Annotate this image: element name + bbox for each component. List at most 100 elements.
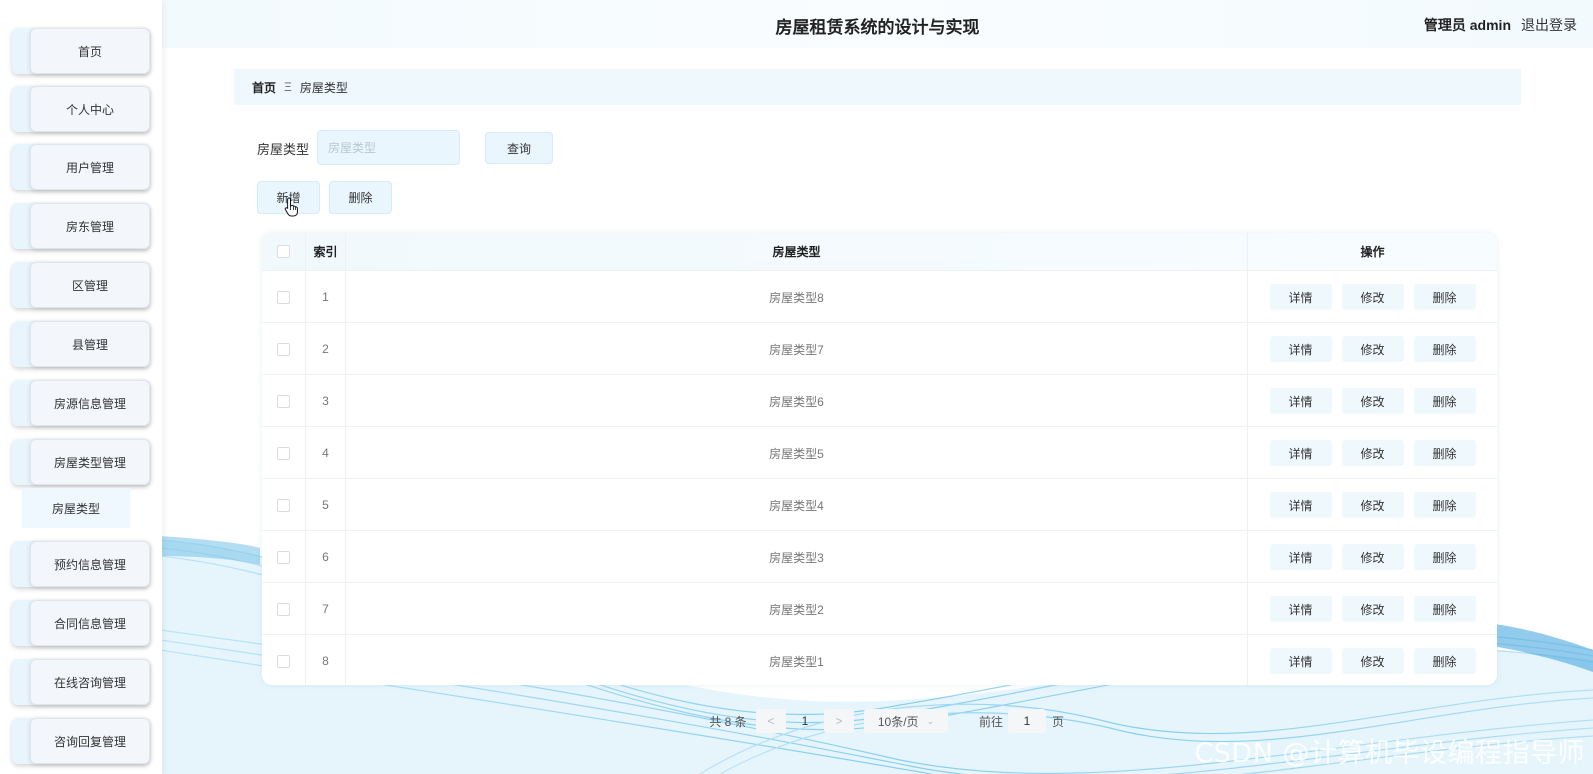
pagination-prev-button[interactable]: < xyxy=(756,709,786,733)
row-edit-button[interactable]: 修改 xyxy=(1341,388,1404,414)
sidebar-item-district-management[interactable]: 区管理 xyxy=(12,262,150,308)
hand-cursor-icon xyxy=(284,197,298,217)
row-checkbox-cell xyxy=(262,583,306,635)
row-delete-button[interactable]: 删除 xyxy=(1413,284,1476,310)
sidebar-item-reply-management[interactable]: 咨询回复管理 xyxy=(12,718,150,764)
query-button[interactable]: 查询 xyxy=(485,132,553,164)
sidebar-item-appointment-management[interactable]: 预约信息管理 xyxy=(12,541,150,587)
row-checkbox[interactable] xyxy=(277,550,290,564)
select-all-checkbox[interactable] xyxy=(277,245,290,258)
row-index: 1 xyxy=(306,271,346,323)
row-house-type: 房屋类型1 xyxy=(346,635,1248,685)
breadcrumb: 首页 Ξ 房屋类型 xyxy=(234,69,1521,105)
row-detail-button[interactable]: 详情 xyxy=(1269,544,1332,570)
row-checkbox-cell xyxy=(262,271,306,323)
row-detail-button[interactable]: 详情 xyxy=(1269,336,1332,362)
row-index: 8 xyxy=(306,635,346,685)
page-size-select[interactable]: 10条/页 ⌄ xyxy=(864,709,948,733)
row-edit-button[interactable]: 修改 xyxy=(1341,544,1404,570)
row-checkbox-cell xyxy=(262,635,306,685)
goto-page-input[interactable]: 1 xyxy=(1008,709,1046,733)
sidebar-item-home[interactable]: 首页 xyxy=(12,28,150,74)
row-checkbox[interactable] xyxy=(277,602,290,616)
row-checkbox-cell xyxy=(262,479,306,531)
row-detail-button[interactable]: 详情 xyxy=(1269,388,1332,414)
column-header-ops: 操作 xyxy=(1360,245,1385,259)
top-header: 房屋租赁系统的设计与实现 管理员 admin 退出登录 xyxy=(162,0,1593,48)
search-input[interactable] xyxy=(317,130,460,165)
page-title: 房屋租赁系统的设计与实现 xyxy=(775,18,980,37)
sidebar-item-personal-center[interactable]: 个人中心 xyxy=(12,86,150,132)
row-delete-button[interactable]: 删除 xyxy=(1413,336,1476,362)
sidebar-item-label: 区管理 xyxy=(30,262,150,308)
table-row: 2 房屋类型7 详情 修改 删除 xyxy=(262,322,1497,375)
sidebar-item-listing-management[interactable]: 房源信息管理 xyxy=(12,380,150,426)
row-edit-button[interactable]: 修改 xyxy=(1341,284,1404,310)
row-checkbox[interactable] xyxy=(277,654,290,668)
column-header-type: 房屋类型 xyxy=(346,233,1248,270)
row-checkbox[interactable] xyxy=(277,394,290,408)
house-type-table: 索引 房屋类型 操作 1 房屋类型8 详情 修改 删除 2 房屋类型7 详情 修改 删除 3 房屋类型… xyxy=(262,233,1497,685)
sidebar-item-user-management[interactable]: 用户管理 xyxy=(12,144,150,190)
row-delete-button[interactable]: 删除 xyxy=(1413,440,1476,466)
sidebar-item-label: 咨询回复管理 xyxy=(30,718,150,764)
sidebar-item-label: 在线咨询管理 xyxy=(30,659,150,705)
table-row: 8 房屋类型1 详情 修改 删除 xyxy=(262,634,1497,685)
row-checkbox-cell xyxy=(262,375,306,427)
row-checkbox[interactable] xyxy=(277,290,290,304)
chevron-down-icon: ⌄ xyxy=(926,715,935,726)
row-detail-button[interactable]: 详情 xyxy=(1269,648,1332,674)
row-edit-button[interactable]: 修改 xyxy=(1341,492,1404,518)
sidebar-item-label: 房源信息管理 xyxy=(30,380,150,426)
row-checkbox[interactable] xyxy=(277,498,290,512)
row-edit-button[interactable]: 修改 xyxy=(1341,648,1404,674)
table-row: 4 房屋类型5 详情 修改 删除 xyxy=(262,426,1497,479)
row-delete-button[interactable]: 删除 xyxy=(1413,648,1476,674)
row-delete-button[interactable]: 删除 xyxy=(1413,388,1476,414)
row-house-type: 房屋类型7 xyxy=(346,323,1248,375)
row-detail-button[interactable]: 详情 xyxy=(1269,284,1332,310)
row-edit-button[interactable]: 修改 xyxy=(1341,336,1404,362)
row-delete-button[interactable]: 删除 xyxy=(1413,492,1476,518)
sidebar-item-contract-management[interactable]: 合同信息管理 xyxy=(12,600,150,646)
sidebar-item-label: 预约信息管理 xyxy=(30,541,150,587)
breadcrumb-separator-icon: Ξ xyxy=(284,80,292,94)
row-checkbox[interactable] xyxy=(277,342,290,356)
row-detail-button[interactable]: 详情 xyxy=(1269,492,1332,518)
row-index: 6 xyxy=(306,531,346,583)
logout-link[interactable]: 退出登录 xyxy=(1521,15,1577,35)
sidebar-item-county-management[interactable]: 县管理 xyxy=(12,321,150,367)
row-house-type: 房屋类型6 xyxy=(346,375,1248,427)
row-checkbox[interactable] xyxy=(277,446,290,460)
row-house-type: 房屋类型2 xyxy=(346,583,1248,635)
column-header-index: 索引 xyxy=(306,233,346,270)
breadcrumb-home[interactable]: 首页 xyxy=(252,79,276,96)
row-ops: 详情 修改 删除 xyxy=(1248,583,1497,635)
row-delete-button[interactable]: 删除 xyxy=(1413,596,1476,622)
row-index: 7 xyxy=(306,583,346,635)
pagination-next-button[interactable]: > xyxy=(824,709,854,733)
row-house-type: 房屋类型3 xyxy=(346,531,1248,583)
row-index: 4 xyxy=(306,427,346,479)
row-ops: 详情 修改 删除 xyxy=(1248,479,1497,531)
page-size-value: 10条/页 xyxy=(877,714,919,729)
row-house-type: 房屋类型4 xyxy=(346,479,1248,531)
batch-delete-button[interactable]: 删除 xyxy=(329,181,392,214)
row-ops: 详情 修改 删除 xyxy=(1248,427,1497,479)
sidebar-item-house-type-management[interactable]: 房屋类型管理 xyxy=(12,439,150,485)
pagination-current-page[interactable]: 1 xyxy=(792,709,818,733)
table-row: 7 房屋类型2 详情 修改 删除 xyxy=(262,582,1497,635)
sidebar-subitem-house-type[interactable]: 房屋类型 xyxy=(22,488,130,528)
sidebar-item-consultation-management[interactable]: 在线咨询管理 xyxy=(12,659,150,705)
goto-label: 前往 xyxy=(978,714,1003,729)
row-ops: 详情 修改 删除 xyxy=(1248,271,1497,323)
sidebar-item-landlord-management[interactable]: 房东管理 xyxy=(12,203,150,249)
row-edit-button[interactable]: 修改 xyxy=(1341,596,1404,622)
row-index: 5 xyxy=(306,479,346,531)
sidebar: 首页 个人中心 用户管理 房东管理 区管理 县管理 房源信息管理 房屋类型管理 … xyxy=(0,0,162,774)
row-detail-button[interactable]: 详情 xyxy=(1269,440,1332,466)
row-delete-button[interactable]: 删除 xyxy=(1413,544,1476,570)
row-edit-button[interactable]: 修改 xyxy=(1341,440,1404,466)
sidebar-item-label: 房屋类型管理 xyxy=(30,439,150,485)
row-detail-button[interactable]: 详情 xyxy=(1269,596,1332,622)
